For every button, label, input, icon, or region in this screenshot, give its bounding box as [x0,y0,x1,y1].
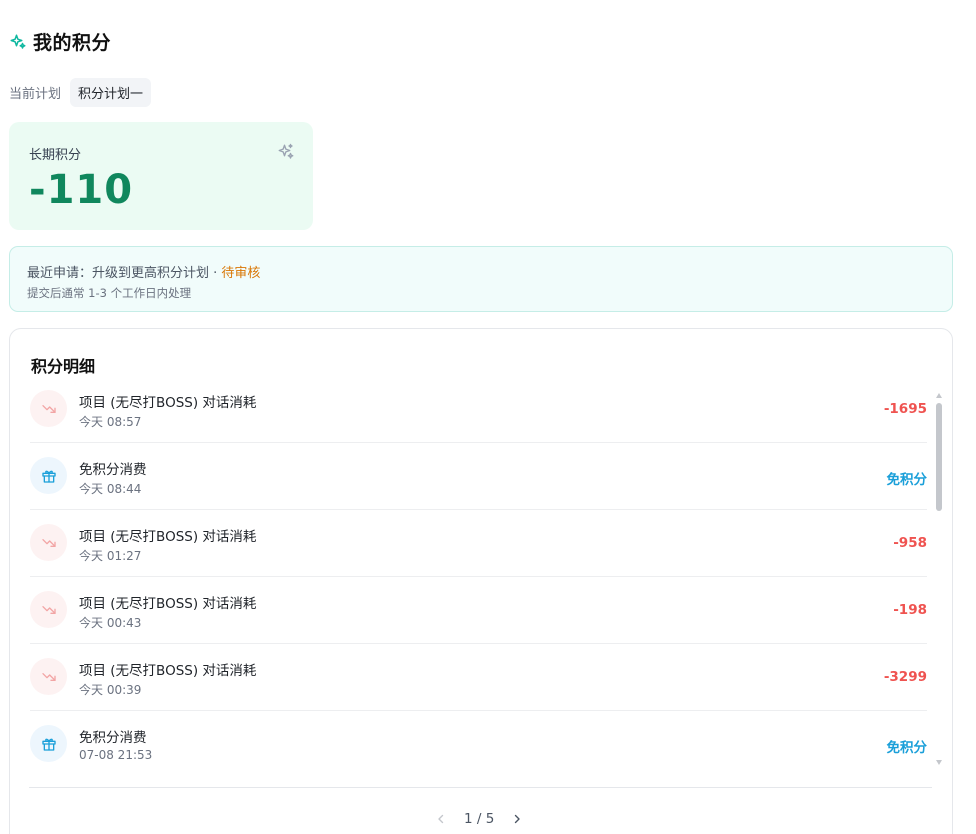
prev-page-button[interactable] [430,808,452,830]
points-detail-list: 项目 (无尽打BOSS) 对话消耗 今天 08:57 -1695 免积分消费 今… [30,376,927,778]
trending-down-icon [41,605,56,614]
item-title: 项目 (无尽打BOSS) 对话消耗 [79,663,257,679]
current-plan-row: 当前计划 积分计划一 [9,77,152,107]
item-title: 项目 (无尽打BOSS) 对话消耗 [79,596,257,612]
list-scrollbar[interactable] [935,393,943,768]
item-amount: -198 [893,602,927,618]
sparkle-icon [10,34,26,49]
item-amount: -958 [893,535,927,551]
item-amount: 免积分 [886,472,928,488]
chevron-left-icon [438,814,444,824]
processing-hint: 提交后通常 1-3 个工作日内处理 [27,286,192,300]
free-avatar [30,725,67,762]
next-page-button[interactable] [506,808,528,830]
list-item: 项目 (无尽打BOSS) 对话消耗 今天 00:43 -198 [30,577,927,644]
status-badge: 待审核 [221,266,261,281]
list-item: 项目 (无尽打BOSS) 对话消耗 今天 08:57 -1695 [30,376,927,443]
consume-avatar [30,658,67,695]
recent-application-line: 最近申请：升级到更高积分计划 · 待审核 [27,262,260,281]
points-detail-title: 积分明细 [31,357,96,376]
consume-avatar [30,524,67,561]
gift-icon [41,470,56,483]
consume-avatar [30,390,67,427]
free-avatar [30,457,67,494]
list-item: 免积分消费 今天 08:44 免积分 [30,443,927,510]
scrollbar-thumb[interactable] [936,403,942,511]
item-time: 今天 01:27 [79,549,142,563]
page-header: 我的积分 [9,28,111,55]
list-item: 免积分消费 07-08 21:53 免积分 [30,711,927,778]
list-divider [29,787,932,788]
page-indicator: 1 / 5 [464,811,495,827]
chevron-right-icon [515,814,521,824]
current-plan-label: 当前计划 [9,86,62,102]
recent-application-notice: 最近申请：升级到更高积分计划 · 待审核 提交后通常 1-3 个工作日内处理 [9,246,953,312]
item-amount: -1695 [883,401,927,417]
page-title: 我的积分 [33,32,112,54]
item-time: 07-08 21:53 [79,748,153,762]
item-time: 今天 08:57 [79,415,142,429]
gift-icon [41,738,56,751]
recent-application-text: 最近申请：升级到更高积分计划 · [27,266,222,281]
trending-down-icon [41,404,56,413]
item-time: 今天 00:43 [79,616,142,630]
sparkle-icon [278,143,294,159]
item-amount: -3299 [883,669,927,685]
points-value: -110 [29,167,134,213]
trending-down-icon [41,538,56,547]
pagination: 1 / 5 [430,807,528,831]
item-amount: 免积分 [886,740,928,756]
list-item: 项目 (无尽打BOSS) 对话消耗 今天 00:39 -3299 [30,644,927,711]
scroll-down-arrow[interactable] [936,760,942,765]
current-plan-chip: 积分计划一 [70,77,152,107]
item-title: 项目 (无尽打BOSS) 对话消耗 [79,395,257,411]
item-title: 免积分消费 [79,462,147,478]
item-time: 今天 08:44 [79,482,142,496]
long-term-points-card: 长期积分 -110 [9,122,313,230]
item-title: 项目 (无尽打BOSS) 对话消耗 [79,529,257,545]
list-item: 项目 (无尽打BOSS) 对话消耗 今天 01:27 -958 [30,510,927,577]
trending-down-icon [41,672,56,681]
scroll-up-arrow[interactable] [936,393,942,398]
points-detail-panel: 积分明细 项目 (无尽打BOSS) 对话消耗 今天 08:57 -1695 免积… [9,328,953,834]
consume-avatar [30,591,67,628]
item-title: 免积分消费 [79,730,147,746]
item-time: 今天 00:39 [79,683,142,697]
points-label: 长期积分 [29,148,82,163]
